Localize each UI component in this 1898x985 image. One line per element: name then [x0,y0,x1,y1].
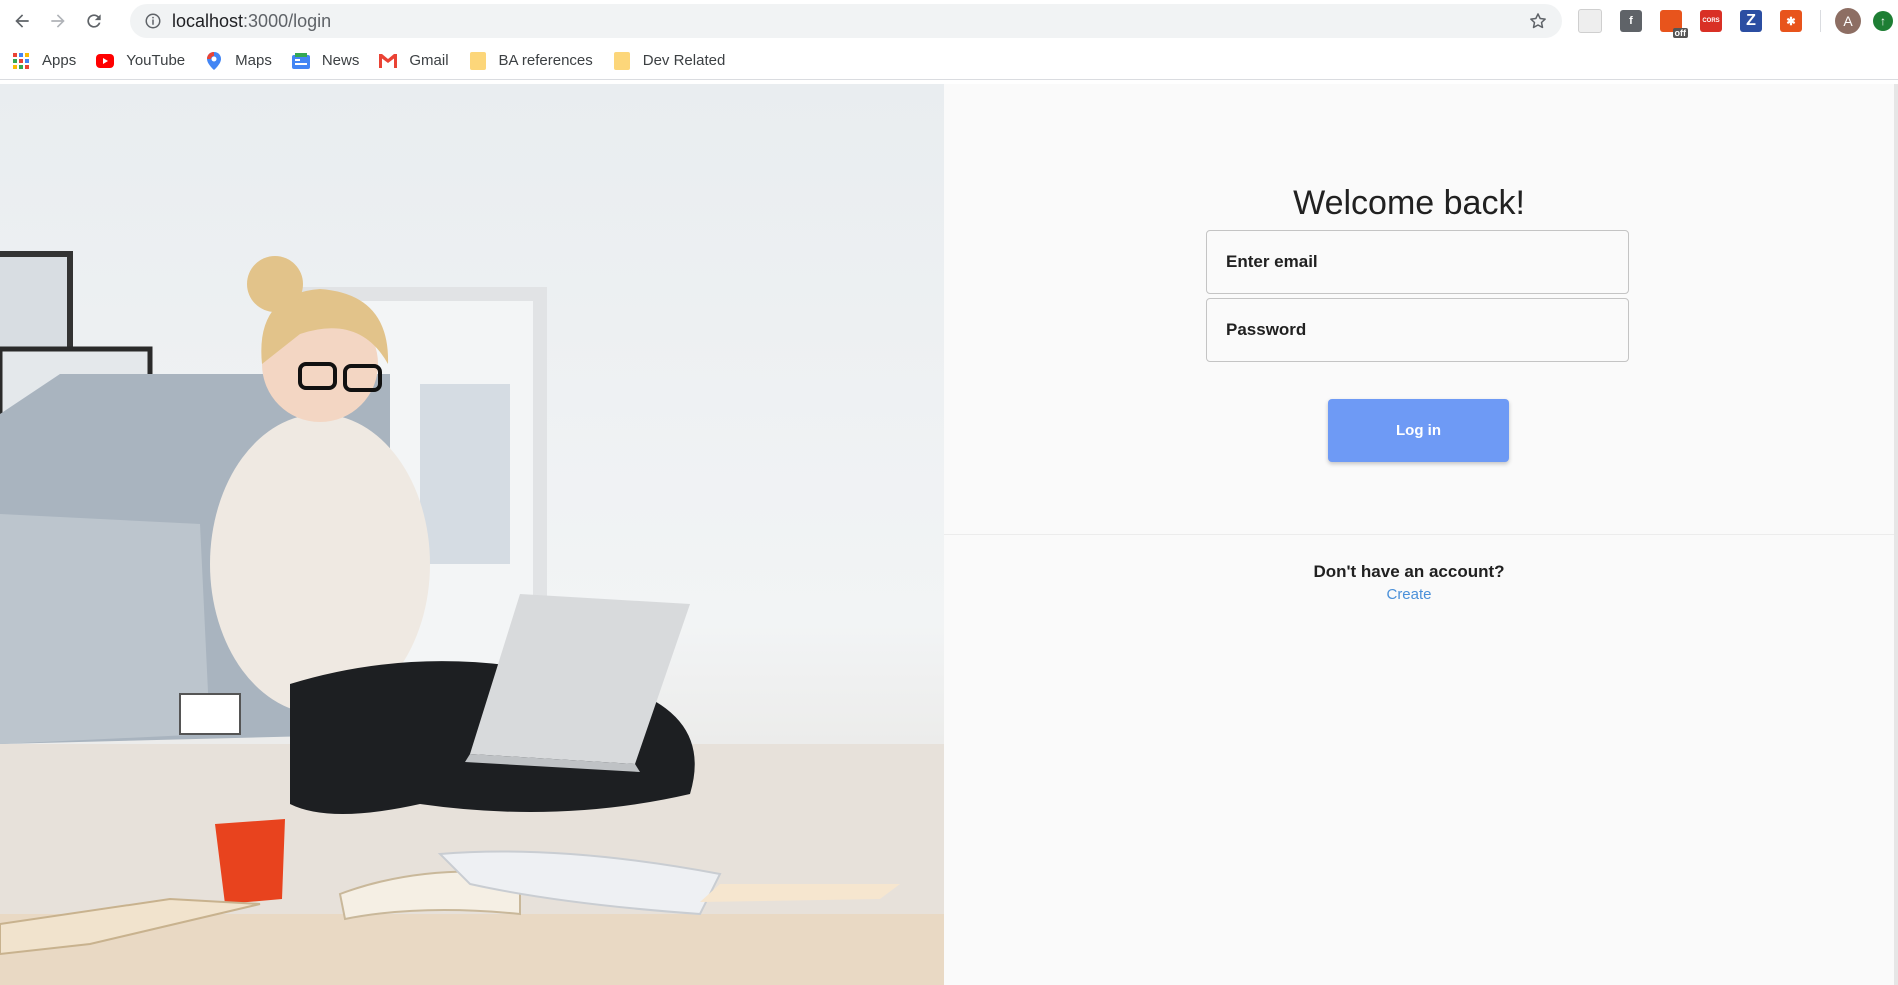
password-input[interactable] [1224,319,1618,341]
address-bar[interactable]: localhost:3000/login [130,4,1562,38]
facebook-icon[interactable]: f [1620,10,1642,32]
login-page: Welcome back! Log in Don't have an accou… [0,84,1898,985]
page-scrollbar[interactable] [1894,84,1898,985]
bookmark-label: Apps [42,52,77,69]
login-button[interactable]: Log in [1328,399,1509,462]
gmail-icon [379,52,398,70]
bookmark-gmail[interactable]: Gmail [379,52,449,70]
page-title: Welcome back! [1293,184,1525,222]
url-text: localhost:3000/login [172,11,331,32]
site-info-icon[interactable] [144,12,162,30]
bookmark-label: Gmail [409,52,449,69]
bookmark-apps[interactable]: Apps [12,52,76,70]
url-host: localhost [172,10,244,31]
no-account-text: Don't have an account? [1313,562,1505,581]
email-input[interactable] [1224,251,1618,273]
apps-grid-icon [12,52,30,70]
url-path: :3000/login [243,10,332,31]
extensions-area: f off CORS Z ✱ A ↑ [1578,8,1893,38]
cors-icon[interactable]: CORS [1700,10,1722,32]
toolbar-separator [1820,10,1821,32]
bookmark-maps[interactable]: Maps [205,51,272,70]
bookmark-label: Dev Related [642,52,726,69]
bookmark-ba-references[interactable]: BA references [469,51,593,70]
password-field[interactable] [1206,298,1629,362]
bookmark-news[interactable]: News [291,52,360,70]
browser-toolbar: localhost:3000/login f off CORS Z ✱ A ↑ [0,0,1898,42]
maps-pin-icon [205,51,223,70]
bookmarks-bar: Apps YouTube Maps News Gmail BA referenc… [0,42,1898,80]
email-field[interactable] [1206,230,1629,294]
bookmark-label: YouTube [126,52,186,69]
hero-illustration [0,251,944,985]
off-ext-icon[interactable]: off [1660,10,1688,38]
off-badge: off [1672,28,1688,38]
section-divider [944,534,1894,535]
create-account-link[interactable]: Create [944,586,1874,603]
ext-gray-icon[interactable] [1578,9,1602,33]
profile-avatar[interactable]: A [1835,8,1861,34]
youtube-icon [96,52,115,70]
update-icon[interactable]: ↑ [1873,11,1893,31]
bookmark-label: BA references [498,52,593,69]
back-arrow-icon [15,14,29,28]
folder-icon [469,51,487,70]
forward-button[interactable] [44,7,72,35]
bookmark-dev-related[interactable]: Dev Related [613,51,726,70]
bookmark-youtube[interactable]: YouTube [96,52,185,70]
hero-image [0,84,944,985]
news-icon [291,52,310,70]
folder-icon [613,51,631,70]
bookmark-label: Maps [235,52,272,69]
login-panel: Welcome back! Log in Don't have an accou… [944,84,1898,985]
bookmark-star-icon[interactable] [1528,11,1548,31]
z-icon[interactable]: Z [1740,10,1762,32]
forward-arrow-icon [51,14,65,28]
reload-button[interactable] [80,7,108,35]
bookmark-label: News [321,52,360,69]
reload-icon [87,14,101,28]
back-button[interactable] [8,7,36,35]
bug-ext-icon[interactable]: ✱ [1780,10,1802,32]
